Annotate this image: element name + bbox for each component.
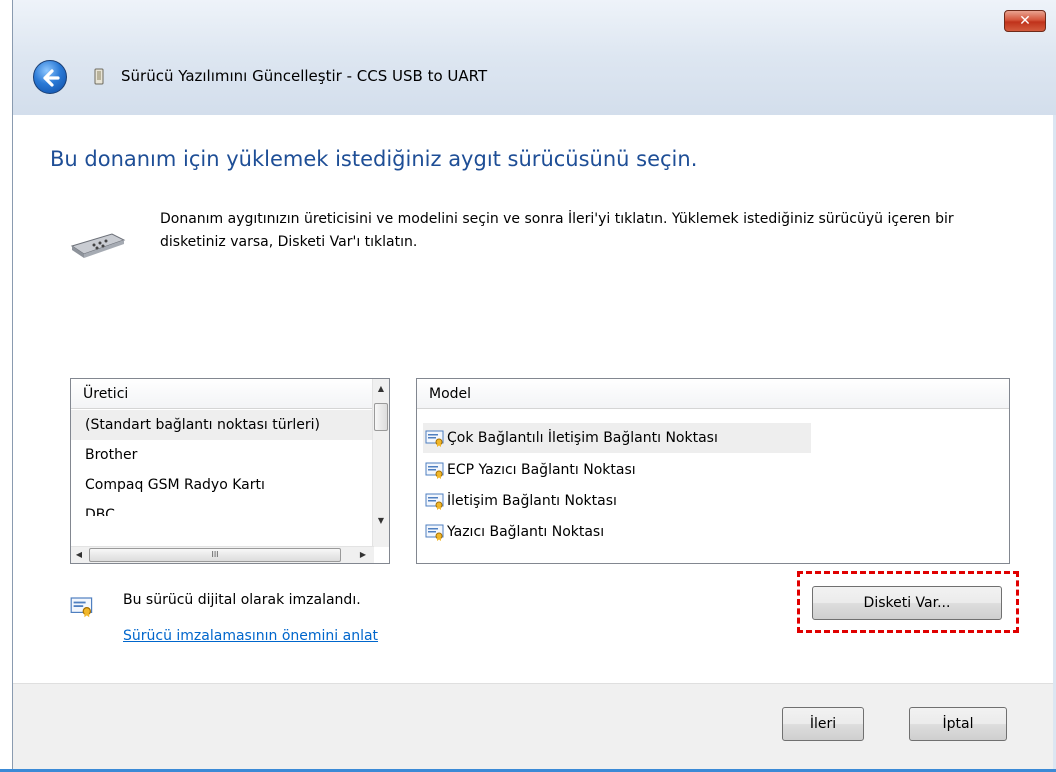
manufacturer-listbox[interactable]: Üretici (Standart bağlantı noktası türle… xyxy=(70,378,390,564)
manufacturer-item[interactable]: Brother xyxy=(71,440,374,470)
serial-port-icon xyxy=(70,233,126,258)
manufacturer-horizontal-scrollbar[interactable]: ◀ III ▶ xyxy=(71,546,374,563)
back-button[interactable] xyxy=(33,60,67,94)
certificate-icon xyxy=(425,493,444,510)
model-item[interactable]: Yazıcı Bağlantı Noktası xyxy=(423,517,604,547)
signed-certificate-icon xyxy=(70,597,93,618)
certificate-icon xyxy=(425,430,444,447)
cancel-button[interactable]: İptal xyxy=(909,707,1007,741)
scroll-thumb[interactable] xyxy=(374,403,388,431)
scroll-down-arrow-icon[interactable]: ▼ xyxy=(373,513,389,529)
title-bar: ✕ Sürücü Yazılımını Güncelleştir - CCS U… xyxy=(13,0,1056,115)
manufacturer-item[interactable]: Compaq GSM Radyo Kartı xyxy=(71,470,374,500)
page-heading: Bu donanım için yüklemek istediğiniz ayg… xyxy=(50,147,698,171)
model-item-label: Yazıcı Bağlantı Noktası xyxy=(447,524,605,540)
manufacturer-item[interactable]: (Standart bağlantı noktası türleri) xyxy=(71,410,374,440)
instruction-text: Donanım aygıtınızın üreticisini ve model… xyxy=(160,211,954,250)
horizontal-scroll-thumb[interactable]: III xyxy=(89,548,341,562)
model-item-label: Çok Bağlantılı İletişim Bağlantı Noktası xyxy=(447,430,718,446)
model-item[interactable]: ECP Yazıcı Bağlantı Noktası xyxy=(423,455,636,485)
signature-status-text: Bu sürücü dijital olarak imzalandı. xyxy=(123,592,361,608)
model-listbox[interactable]: Model Çok Bağlantılı İletişim Bağlantı N… xyxy=(416,378,1010,564)
certificate-icon xyxy=(425,524,444,541)
next-button[interactable]: İleri xyxy=(782,707,864,741)
manufacturer-item[interactable]: DBC xyxy=(71,500,374,516)
scroll-left-arrow-icon[interactable]: ◀ xyxy=(71,547,87,563)
signing-info-link[interactable]: Sürücü imzalamasının önemini anlat xyxy=(123,628,378,644)
window-title: Sürücü Yazılımını Güncelleştir - CCS USB… xyxy=(121,67,488,85)
manufacturer-column-header: Üretici xyxy=(71,379,375,409)
scroll-right-arrow-icon[interactable]: ▶ xyxy=(355,547,371,563)
close-button[interactable]: ✕ xyxy=(1004,10,1046,32)
back-arrow-icon xyxy=(43,69,60,87)
model-item-label: İletişim Bağlantı Noktası xyxy=(447,493,617,509)
model-column-header: Model xyxy=(417,379,1009,409)
footer-bar xyxy=(13,683,1053,772)
certificate-icon xyxy=(425,462,444,479)
have-disk-button[interactable]: Disketi Var... xyxy=(812,586,1002,620)
model-item-label: ECP Yazıcı Bağlantı Noktası xyxy=(447,462,636,478)
model-item[interactable]: Çok Bağlantılı İletişim Bağlantı Noktası xyxy=(423,423,811,453)
scroll-up-arrow-icon[interactable]: ▲ xyxy=(373,381,389,397)
usb-device-icon xyxy=(94,68,104,85)
model-item[interactable]: İletişim Bağlantı Noktası xyxy=(423,486,617,516)
manufacturer-vertical-scrollbar[interactable]: ▲ ▼ xyxy=(372,379,389,547)
